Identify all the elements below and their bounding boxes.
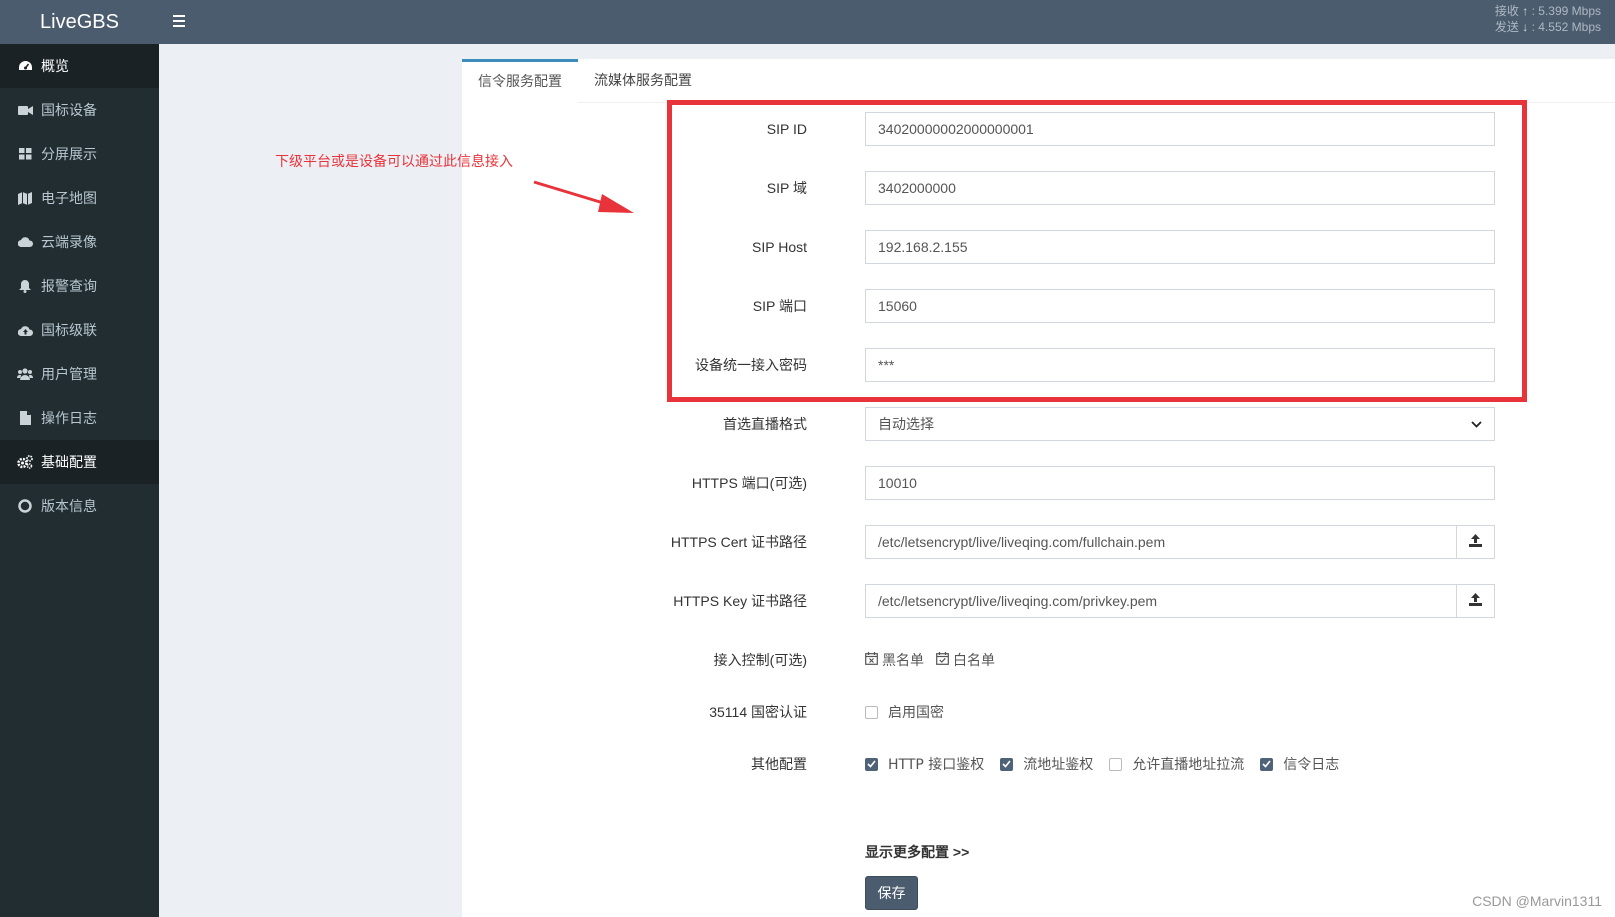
- blacklist-button[interactable]: 黑名单: [865, 650, 924, 670]
- whitelist-button[interactable]: 白名单: [936, 650, 995, 670]
- calendar-check-icon: [936, 651, 953, 669]
- cert-upload-button[interactable]: [1457, 525, 1495, 559]
- highlight-box: [667, 100, 1527, 402]
- https-port-input[interactable]: [865, 466, 1495, 500]
- calendar-x-icon: [865, 651, 882, 669]
- sidebar-item-label: 国标级联: [41, 323, 97, 339]
- key-upload-button[interactable]: [1457, 584, 1495, 618]
- cloud-upload-icon: [17, 322, 33, 338]
- config-tabs: 信令服务配置 流媒体服务配置: [462, 59, 1615, 103]
- tab-signal-service[interactable]: 信令服务配置: [462, 59, 578, 103]
- https-cert-label: HTTPS Cert 证书路径: [670, 534, 807, 550]
- sidebar-item-overview[interactable]: 概览: [0, 44, 159, 88]
- bell-icon: [17, 278, 33, 294]
- camera-icon: [17, 102, 33, 118]
- sidebar-item-basic-config[interactable]: 基础配置: [0, 440, 159, 484]
- arrow-up-icon: ↑: [1522, 4, 1529, 18]
- send-rate: 发送 ↓ : 4.552 Mbps: [1494, 20, 1601, 34]
- live-format-row: 首选直播格式 自动选择: [462, 407, 1615, 441]
- sidebar-item-label: 国标设备: [41, 103, 97, 119]
- other-config-label: 其他配置: [751, 756, 807, 772]
- https-cert-row: HTTPS Cert 证书路径: [462, 525, 1615, 559]
- watermark: CSDN @Marvin1311: [1472, 893, 1602, 909]
- sidebar-item-label: 版本信息: [41, 499, 97, 515]
- access-control-row: 接入控制(可选) 黑名单 白名单: [462, 643, 1615, 677]
- checkbox-checked-icon: [1260, 757, 1274, 771]
- recv-rate: 接收 ↑ : 5.399 Mbps: [1494, 4, 1601, 18]
- chevron-down-icon: [1471, 416, 1482, 432]
- lifebuoy-icon: [17, 498, 33, 514]
- sidebar-item-split-screen[interactable]: 分屏展示: [0, 132, 159, 176]
- live-format-select[interactable]: 自动选择: [865, 407, 1495, 441]
- checkbox-unchecked-icon: [1109, 757, 1123, 771]
- annotation-arrow-icon: [533, 180, 634, 213]
- https-key-row: HTTPS Key 证书路径: [462, 584, 1615, 618]
- save-button[interactable]: 保存: [865, 876, 918, 910]
- sidebar-item-map[interactable]: 电子地图: [0, 176, 159, 220]
- stream-auth-checkbox[interactable]: 流地址鉴权: [1000, 754, 1093, 774]
- checkbox-checked-icon: [1000, 757, 1014, 771]
- app-logo[interactable]: LiveGBS: [0, 0, 159, 44]
- sidebar: LiveGBS 概览 国标设备 分屏展示 电子地图 云端录像 报警查询 国标级联…: [0, 0, 159, 917]
- sidebar-item-label: 电子地图: [41, 191, 97, 207]
- top-navbar: 接收 ↑ : 5.399 Mbps 发送 ↓ : 4.552 Mbps: [159, 0, 1615, 44]
- sidebar-item-label: 基础配置: [41, 455, 97, 471]
- sidebar-item-label: 概览: [41, 59, 69, 75]
- checkbox-unchecked-icon: [865, 705, 878, 719]
- dashboard-icon: [17, 58, 33, 74]
- checkbox-checked-icon: [865, 757, 878, 771]
- sidebar-item-cascade[interactable]: 国标级联: [0, 308, 159, 352]
- gm-auth-label: 35114 国密认证: [709, 704, 807, 720]
- network-stats: 接收 ↑ : 5.399 Mbps 发送 ↓ : 4.552 Mbps: [1495, 3, 1601, 35]
- tab-media-service[interactable]: 流媒体服务配置: [578, 59, 708, 103]
- https-cert-input[interactable]: [865, 525, 1457, 559]
- sidebar-item-logs[interactable]: 操作日志: [0, 396, 159, 440]
- other-config-row: 其他配置 HTTP 接口鉴权 流地址鉴权 允许直播地址拉流 信令日志: [462, 747, 1615, 781]
- https-port-label: HTTPS 端口(可选): [691, 475, 807, 491]
- sidebar-item-label: 报警查询: [41, 279, 97, 295]
- sidebar-item-devices[interactable]: 国标设备: [0, 88, 159, 132]
- https-port-row: HTTPS 端口(可选): [462, 466, 1615, 500]
- signal-log-checkbox[interactable]: 信令日志: [1260, 754, 1339, 774]
- access-control-label: 接入控制(可选): [713, 652, 807, 668]
- sidebar-item-label: 用户管理: [41, 367, 97, 383]
- sidebar-item-label: 云端录像: [41, 235, 97, 251]
- grid-icon: [17, 146, 33, 162]
- sidebar-item-label: 分屏展示: [41, 147, 97, 163]
- sidebar-item-users[interactable]: 用户管理: [0, 352, 159, 396]
- file-icon: [17, 410, 33, 426]
- cogs-icon: [17, 454, 33, 470]
- live-format-label: 首选直播格式: [723, 416, 807, 432]
- sidebar-menu: 概览 国标设备 分屏展示 电子地图 云端录像 报警查询 国标级联 用户管理 操作…: [0, 44, 159, 528]
- arrow-down-icon: ↓: [1522, 20, 1529, 34]
- sidebar-item-cloud-record[interactable]: 云端录像: [0, 220, 159, 264]
- allow-pull-checkbox[interactable]: 允许直播地址拉流: [1109, 754, 1244, 774]
- cloud-icon: [17, 234, 33, 250]
- sidebar-item-version[interactable]: 版本信息: [0, 484, 159, 528]
- gm-auth-row: 35114 国密认证 启用国密: [462, 695, 1615, 729]
- https-key-input[interactable]: [865, 584, 1457, 618]
- sidebar-item-alarm[interactable]: 报警查询: [0, 264, 159, 308]
- gm-auth-checkbox[interactable]: 启用国密: [865, 702, 944, 722]
- annotation-text: 下级平台或是设备可以通过此信息接入: [275, 153, 513, 169]
- map-icon: [17, 190, 33, 206]
- upload-icon: [1469, 533, 1482, 551]
- users-icon: [17, 366, 33, 382]
- https-key-label: HTTPS Key 证书路径: [673, 593, 807, 609]
- sidebar-toggle-icon[interactable]: [173, 12, 191, 30]
- http-auth-checkbox[interactable]: HTTP 接口鉴权: [865, 754, 984, 774]
- upload-icon: [1469, 592, 1482, 610]
- sidebar-item-label: 操作日志: [41, 411, 97, 427]
- show-more-link[interactable]: 显示更多配置 >>: [865, 842, 969, 862]
